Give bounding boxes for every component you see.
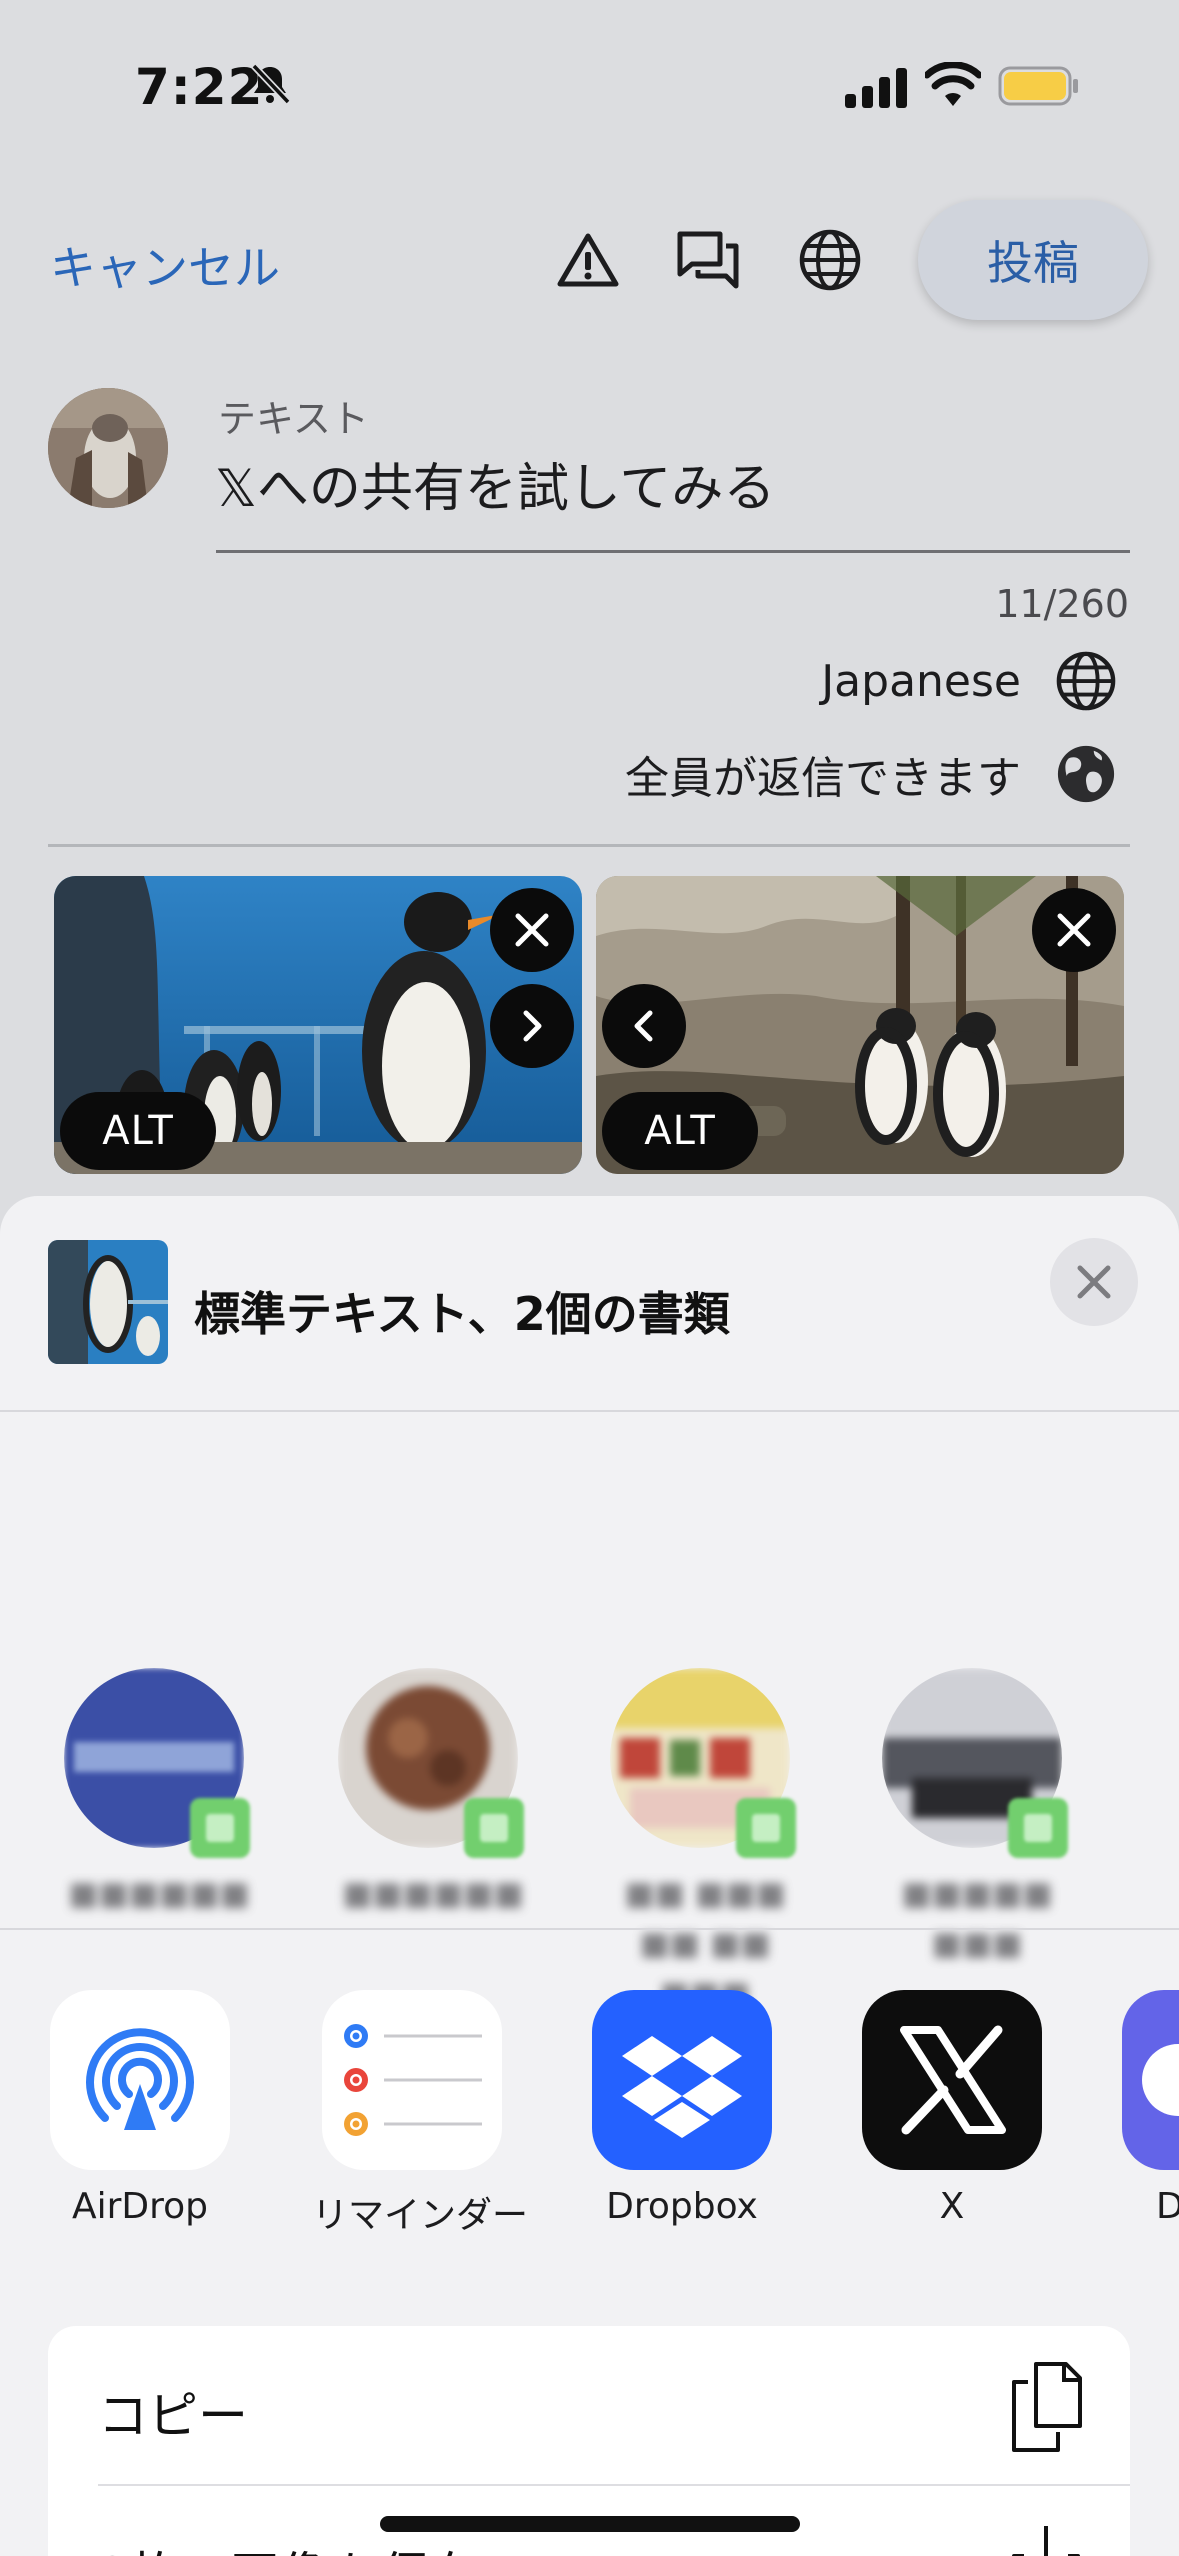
- avatar[interactable]: [48, 388, 168, 508]
- app-label: リマインダー: [312, 2195, 529, 2236]
- reminders-glyph: [344, 2024, 482, 2136]
- share-preview-image: [48, 1240, 168, 1364]
- app-label: Dropbox: [606, 2186, 758, 2227]
- remove-attachment-button[interactable]: [490, 888, 574, 972]
- divider: [0, 1928, 1179, 1930]
- wifi-icon: [925, 62, 981, 106]
- messages-badge-icon: [464, 1798, 524, 1858]
- dropbox-icon: [592, 1990, 772, 2170]
- cancel-button[interactable]: キャンセル: [50, 232, 280, 298]
- share-app-airdrop[interactable]: AirDrop: [40, 1990, 240, 2227]
- earth-icon: [1057, 745, 1115, 803]
- bell-slash-icon: [251, 63, 291, 105]
- messages-badge-icon: [190, 1798, 250, 1858]
- globe-icon[interactable]: [798, 228, 862, 292]
- cellular-signal-icon: [845, 68, 907, 108]
- suggested-contacts: ■■■■■■ ■■■■■■ ■■ ■■■ ■■ ■■ ■■■■■ ■■■: [0, 1460, 1179, 2012]
- share-app-dropbox[interactable]: Dropbox: [582, 1990, 782, 2227]
- action-label: コピー: [98, 2387, 248, 2445]
- app-glyph: [1142, 2044, 1179, 2116]
- chevron-right-icon: [523, 1010, 542, 1042]
- messages-badge-icon: [736, 1798, 796, 1858]
- move-right-button[interactable]: [490, 984, 574, 1068]
- warning-icon[interactable]: [556, 228, 620, 292]
- copy-icon: [1012, 2362, 1082, 2452]
- home-indicator[interactable]: [380, 2516, 800, 2532]
- share-apps-row: AirDrop リマインダー Dropbox X D: [0, 1990, 1179, 2250]
- avatar-photo: [48, 388, 168, 508]
- close-icon: [1077, 1265, 1111, 1299]
- reply-setting[interactable]: 全員が返信できます: [625, 742, 1117, 806]
- contact-name-redacted: ■■■■■ ■■■: [901, 1874, 1053, 1962]
- contact-name-redacted: ■■■■■■: [68, 1874, 250, 1912]
- status-bar: 7:22: [0, 0, 1179, 170]
- text-field-label: テキスト: [218, 397, 369, 441]
- app-label: AirDrop: [71, 2186, 209, 2227]
- action-label: 2枚の画像を保存: [98, 2536, 480, 2556]
- app-label: D: [1156, 2186, 1179, 2227]
- share-app-partial[interactable]: D: [1122, 1990, 1179, 2227]
- dropbox-glyph: [622, 2036, 742, 2138]
- quote-chat-icon[interactable]: [676, 228, 740, 292]
- divider: [0, 1410, 1179, 1412]
- attachment-thumbnail[interactable]: ALT: [54, 876, 582, 1174]
- language-selector[interactable]: Japanese: [821, 650, 1117, 712]
- share-sheet-title: 標準テキスト、2個の書類: [194, 1287, 730, 1341]
- copy-action[interactable]: コピー: [48, 2326, 1130, 2486]
- share-preview-thumbnail: [48, 1240, 168, 1364]
- close-icon: [515, 913, 549, 947]
- airdrop-icon: [50, 1990, 230, 2170]
- language-label: Japanese: [821, 655, 1021, 707]
- x-logo-glyph: [900, 2025, 1006, 2135]
- alt-text-button[interactable]: ALT: [60, 1092, 216, 1170]
- close-icon: [1057, 913, 1091, 947]
- remove-attachment-button[interactable]: [1032, 888, 1116, 972]
- app-icon: [1122, 1990, 1179, 2170]
- text-field-underline: [216, 550, 1130, 553]
- alt-text-button[interactable]: ALT: [602, 1092, 758, 1170]
- close-share-sheet-button[interactable]: [1050, 1238, 1138, 1326]
- x-logo-icon: [862, 1990, 1042, 2170]
- move-left-button[interactable]: [602, 984, 686, 1068]
- char-counter: 11/260: [995, 582, 1129, 626]
- status-time: 7:22: [135, 58, 264, 116]
- contact-name-redacted: ■■■■■■: [342, 1874, 524, 1912]
- post-button[interactable]: 投稿: [918, 200, 1148, 320]
- globe-icon: [1056, 651, 1116, 711]
- share-app-reminders[interactable]: リマインダー: [312, 1990, 529, 2238]
- share-sheet: 標準テキスト、2個の書類 ■■■■■■ ■■■■■■ ■■ ■■■ ■■ ■■ …: [0, 1196, 1179, 2556]
- battery-icon: [998, 66, 1078, 106]
- divider: [48, 844, 1130, 847]
- chevron-left-icon: [634, 1010, 653, 1042]
- post-text-input[interactable]: 𝕏への共有を試してみる: [215, 446, 775, 521]
- app-label: X: [939, 2186, 965, 2227]
- share-app-x[interactable]: X: [852, 1990, 1052, 2227]
- airdrop-glyph: [86, 2028, 194, 2130]
- messages-badge-icon: [1008, 1798, 1068, 1858]
- attachment-thumbnail[interactable]: ALT: [596, 876, 1124, 1174]
- reply-setting-label: 全員が返信できます: [625, 753, 1021, 804]
- save-icon: [1012, 2526, 1080, 2556]
- reminders-icon: [322, 1990, 502, 2170]
